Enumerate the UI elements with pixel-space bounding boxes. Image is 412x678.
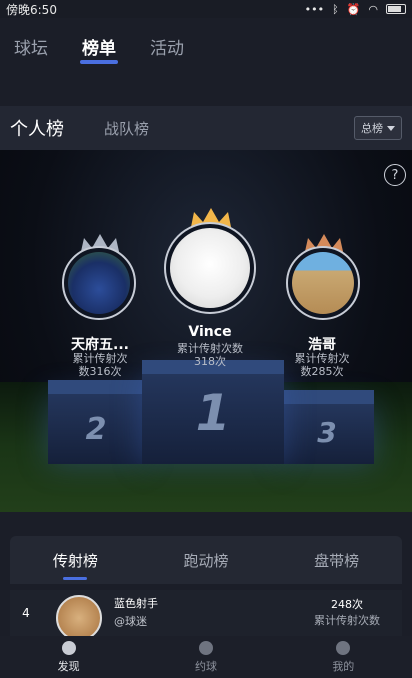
ranking-filter-dropdown[interactable]: 总榜 (354, 116, 402, 140)
podium-rank-3: 3 (317, 416, 337, 449)
bluetooth-icon: ᛒ (332, 2, 339, 16)
tab-personal-ranking[interactable]: 个人榜 (10, 115, 64, 141)
tab-forum[interactable]: 球坛 (14, 34, 48, 59)
list-rank: 4 (22, 606, 30, 620)
podium-stage: ? 2 3 1 天府五... 累计传射次 数316次 Vince 累计传射次数 … (0, 150, 412, 512)
alarm-icon: ⏰ (346, 2, 361, 16)
third-place-count: 累计传射次 数285次 (294, 352, 350, 378)
top-tabs: 球坛 榜单 活动 (0, 18, 412, 74)
battery-icon (386, 4, 406, 14)
help-icon[interactable]: ? (384, 164, 406, 186)
second-place-name: 天府五... (71, 337, 129, 353)
list-user-tag: @球迷 (114, 615, 147, 628)
second-place-avatar[interactable] (62, 246, 136, 320)
chevron-down-icon (387, 125, 395, 131)
board-tabs: 传射榜 跑动榜 盘带榜 (10, 536, 402, 584)
dots-icon: ••• (304, 2, 325, 16)
list-value: 248次 (331, 598, 363, 611)
nav-discover[interactable]: 发现 (0, 636, 137, 678)
list-user-name: 蓝色射手 (114, 597, 158, 610)
first-place-count: 累计传射次数 318次 (177, 342, 243, 368)
wifi-icon: ◠ (368, 2, 378, 16)
first-place-avatar[interactable] (164, 222, 256, 314)
status-bar: 傍晚6:50 ••• ᛒ ⏰ ◠ (0, 0, 412, 18)
podium-second: 2 (48, 380, 144, 464)
podium-third: 3 (280, 390, 374, 464)
third-place-name: 浩哥 (308, 337, 336, 353)
nav-profile[interactable]: 我的 (275, 636, 412, 678)
tab-running-board[interactable]: 跑动榜 (141, 550, 272, 571)
tab-dribble-board[interactable]: 盘带榜 (271, 550, 402, 571)
list-item[interactable]: 4 蓝色射手 @球迷 248次 累计传射次数 (10, 590, 402, 636)
status-time: 傍晚6:50 (6, 2, 57, 17)
filter-label: 总榜 (361, 122, 383, 135)
nav-book-match[interactable]: 约球 (137, 636, 274, 678)
avatar (56, 595, 102, 636)
bottom-nav: 发现 约球 我的 (0, 636, 412, 678)
list-user-info: 蓝色射手 @球迷 (114, 595, 292, 631)
podium-first: 1 (142, 360, 284, 464)
podium-rank-1: 1 (195, 384, 231, 442)
first-place-name: Vince (188, 324, 232, 340)
tab-team-ranking[interactable]: 战队榜 (104, 118, 149, 139)
list-value-label: 累计传射次数 (314, 614, 380, 627)
tab-pass-shot-board[interactable]: 传射榜 (10, 550, 141, 580)
second-place-count: 累计传射次 数316次 (72, 352, 128, 378)
tab-events[interactable]: 活动 (150, 34, 184, 59)
third-place-avatar[interactable] (286, 246, 360, 320)
list-stat: 248次 累计传射次数 (292, 597, 402, 629)
status-icons: ••• ᛒ ⏰ ◠ (305, 3, 406, 16)
soccer-ball-icon (198, 640, 213, 655)
tab-leaderboard[interactable]: 榜单 (80, 34, 118, 64)
podium-rank-2: 2 (85, 412, 107, 447)
planet-icon (61, 640, 76, 655)
profile-icon (336, 640, 351, 655)
ranking-type-bar: 个人榜 战队榜 总榜 (0, 106, 412, 150)
